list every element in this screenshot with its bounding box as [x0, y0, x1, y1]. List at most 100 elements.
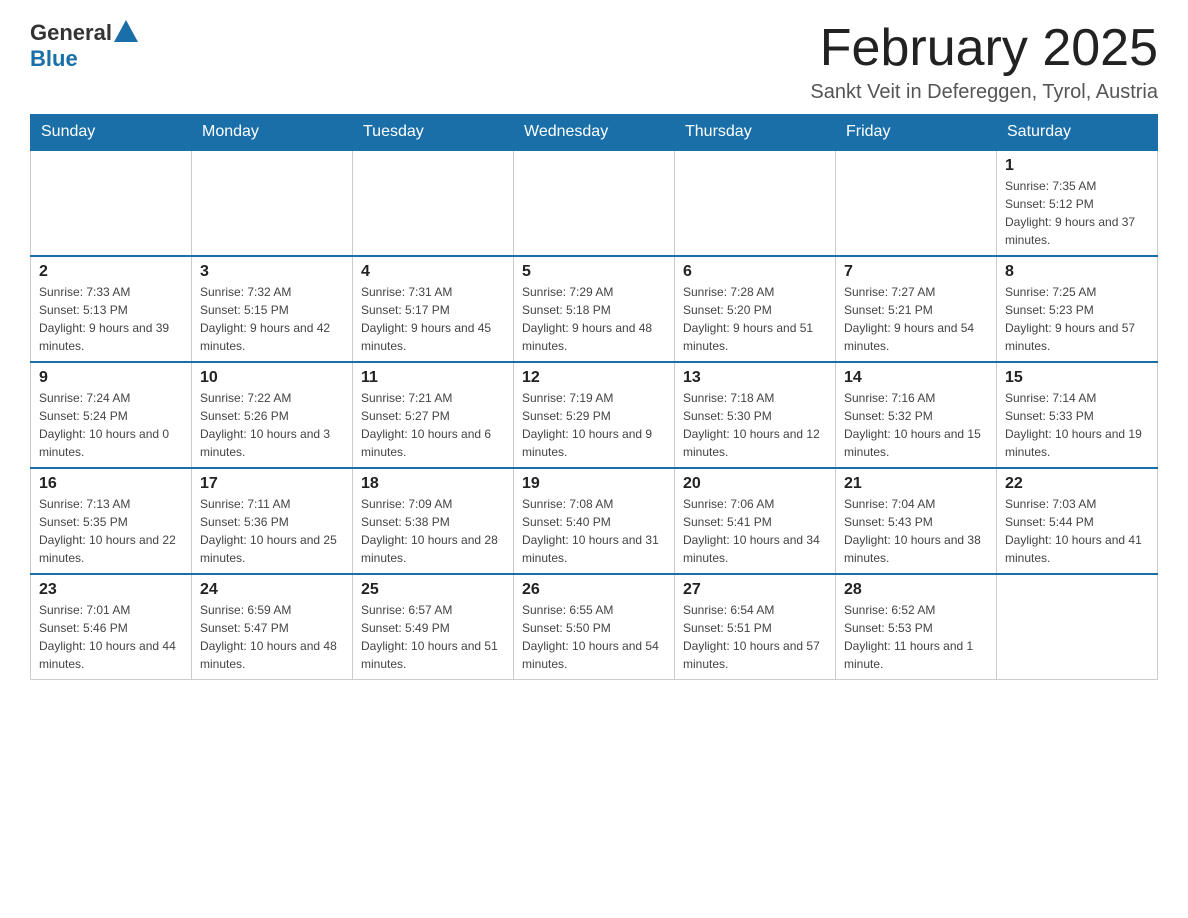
day-header-wednesday: Wednesday: [514, 115, 675, 151]
calendar-cell: 7Sunrise: 7:27 AMSunset: 5:21 PMDaylight…: [836, 256, 997, 362]
day-header-sunday: Sunday: [31, 115, 192, 151]
calendar-cell: 8 Sunrise: 7:25 AMSunset: 5:23 PMDaylight…: [997, 256, 1158, 362]
day-number: 23: [39, 581, 183, 599]
calendar-cell: [675, 150, 836, 256]
day-info: Sunrise: 6:54 AMSunset: 5:51 PMDaylight:…: [683, 601, 827, 673]
day-info: Sunrise: 7:28 AMSunset: 5:20 PMDaylight:…: [683, 283, 827, 355]
calendar-cell: 5 Sunrise: 7:29 AMSunset: 5:18 PMDaylight…: [514, 256, 675, 362]
calendar-cell: 10 Sunrise: 7:22 AMSunset: 5:26 PMDayligh…: [192, 362, 353, 468]
calendar-cell: [31, 150, 192, 256]
day-info: Sunrise: 7:11 AMSunset: 5:36 PMDaylight:…: [200, 495, 344, 567]
day-info: Sunrise: 7:09 AMSunset: 5:38 PMDaylight:…: [361, 495, 505, 567]
calendar-cell: 11 Sunrise: 7:21 AMSunset: 5:27 PMDayligh…: [353, 362, 514, 468]
day-info: Sunrise: 7:32 AMSunset: 5:15 PMDaylight:…: [200, 283, 344, 355]
day-info: Sunrise: 6:57 AMSunset: 5:49 PMDaylight:…: [361, 601, 505, 673]
day-number: 3: [200, 263, 344, 281]
day-number: 27: [683, 581, 827, 599]
calendar-cell: [192, 150, 353, 256]
day-info: Sunrise: 7:27 AMSunset: 5:21 PMDaylight:…: [844, 283, 988, 355]
logo-text-general: General: [30, 20, 112, 46]
day-number: 24: [200, 581, 344, 599]
day-number: 11: [361, 369, 505, 387]
day-info: Sunrise: 7:16 AMSunset: 5:32 PMDaylight:…: [844, 389, 988, 461]
calendar-cell: 12 Sunrise: 7:19 AMSunset: 5:29 PMDayligh…: [514, 362, 675, 468]
day-number: 26: [522, 581, 666, 599]
calendar-cell: 9 Sunrise: 7:24 AMSunset: 5:24 PMDaylight…: [31, 362, 192, 468]
day-header-tuesday: Tuesday: [353, 115, 514, 151]
day-header-thursday: Thursday: [675, 115, 836, 151]
day-info: Sunrise: 7:35 AMSunset: 5:12 PMDaylight:…: [1005, 177, 1149, 249]
day-number: 21: [844, 475, 988, 493]
day-info: Sunrise: 7:24 AMSunset: 5:24 PMDaylight:…: [39, 389, 183, 461]
day-number: 15: [1005, 369, 1149, 387]
week-row-5: 23Sunrise: 7:01 AMSunset: 5:46 PMDayligh…: [31, 574, 1158, 680]
day-info: Sunrise: 7:13 AMSunset: 5:35 PMDaylight:…: [39, 495, 183, 567]
calendar-cell: 25 Sunrise: 6:57 AMSunset: 5:49 PMDayligh…: [353, 574, 514, 680]
day-info: Sunrise: 7:06 AMSunset: 5:41 PMDaylight:…: [683, 495, 827, 567]
week-row-1: 1 Sunrise: 7:35 AMSunset: 5:12 PMDaylight…: [31, 150, 1158, 256]
day-number: 17: [200, 475, 344, 493]
day-info: Sunrise: 7:04 AMSunset: 5:43 PMDaylight:…: [844, 495, 988, 567]
day-info: Sunrise: 6:55 AMSunset: 5:50 PMDaylight:…: [522, 601, 666, 673]
calendar-cell: 6 Sunrise: 7:28 AMSunset: 5:20 PMDaylight…: [675, 256, 836, 362]
day-info: Sunrise: 7:21 AMSunset: 5:27 PMDaylight:…: [361, 389, 505, 461]
day-number: 12: [522, 369, 666, 387]
calendar-cell: 16 Sunrise: 7:13 AMSunset: 5:35 PMDayligh…: [31, 468, 192, 574]
calendar-cell: 14 Sunrise: 7:16 AMSunset: 5:32 PMDayligh…: [836, 362, 997, 468]
calendar-subtitle: Sankt Veit in Defereggen, Tyrol, Austria: [810, 81, 1158, 104]
day-header-friday: Friday: [836, 115, 997, 151]
day-info: Sunrise: 7:29 AMSunset: 5:18 PMDaylight:…: [522, 283, 666, 355]
day-number: 28: [844, 581, 988, 599]
day-number: 22: [1005, 475, 1149, 493]
day-info: Sunrise: 7:22 AMSunset: 5:26 PMDaylight:…: [200, 389, 344, 461]
day-number: 5: [522, 263, 666, 281]
day-info: Sunrise: 7:33 AMSunset: 5:13 PMDaylight:…: [39, 283, 183, 355]
logo: General Blue: [30, 20, 138, 72]
day-header-monday: Monday: [192, 115, 353, 151]
week-row-3: 9 Sunrise: 7:24 AMSunset: 5:24 PMDaylight…: [31, 362, 1158, 468]
day-info: Sunrise: 7:08 AMSunset: 5:40 PMDaylight:…: [522, 495, 666, 567]
calendar-cell: [514, 150, 675, 256]
calendar-cell: 1 Sunrise: 7:35 AMSunset: 5:12 PMDaylight…: [997, 150, 1158, 256]
calendar-cell: [836, 150, 997, 256]
calendar-cell: [997, 574, 1158, 680]
calendar-cell: 21 Sunrise: 7:04 AMSunset: 5:43 PMDayligh…: [836, 468, 997, 574]
calendar-title: February 2025: [810, 20, 1158, 77]
day-number: 10: [200, 369, 344, 387]
calendar-table: SundayMondayTuesdayWednesdayThursdayFrid…: [30, 114, 1158, 680]
header: General Blue February 2025 Sankt Veit in…: [30, 20, 1158, 104]
day-number: 8: [1005, 263, 1149, 281]
calendar-cell: [353, 150, 514, 256]
day-info: Sunrise: 6:52 AMSunset: 5:53 PMDaylight:…: [844, 601, 988, 673]
day-info: Sunrise: 7:03 AMSunset: 5:44 PMDaylight:…: [1005, 495, 1149, 567]
calendar-cell: 23Sunrise: 7:01 AMSunset: 5:46 PMDayligh…: [31, 574, 192, 680]
day-number: 9: [39, 369, 183, 387]
calendar-cell: 4Sunrise: 7:31 AMSunset: 5:17 PMDaylight…: [353, 256, 514, 362]
calendar-cell: 19 Sunrise: 7:08 AMSunset: 5:40 PMDayligh…: [514, 468, 675, 574]
logo-text-blue: Blue: [30, 46, 138, 72]
day-number: 1: [1005, 157, 1149, 175]
day-headers-row: SundayMondayTuesdayWednesdayThursdayFrid…: [31, 115, 1158, 151]
day-number: 14: [844, 369, 988, 387]
week-row-4: 16 Sunrise: 7:13 AMSunset: 5:35 PMDayligh…: [31, 468, 1158, 574]
day-number: 19: [522, 475, 666, 493]
calendar-cell: 3 Sunrise: 7:32 AMSunset: 5:15 PMDaylight…: [192, 256, 353, 362]
day-number: 16: [39, 475, 183, 493]
calendar-cell: 13Sunrise: 7:18 AMSunset: 5:30 PMDayligh…: [675, 362, 836, 468]
calendar-cell: 18 Sunrise: 7:09 AMSunset: 5:38 PMDayligh…: [353, 468, 514, 574]
day-number: 2: [39, 263, 183, 281]
day-info: Sunrise: 7:25 AMSunset: 5:23 PMDaylight:…: [1005, 283, 1149, 355]
day-number: 6: [683, 263, 827, 281]
day-info: Sunrise: 7:19 AMSunset: 5:29 PMDaylight:…: [522, 389, 666, 461]
calendar-cell: 26 Sunrise: 6:55 AMSunset: 5:50 PMDayligh…: [514, 574, 675, 680]
calendar-cell: 28 Sunrise: 6:52 AMSunset: 5:53 PMDayligh…: [836, 574, 997, 680]
calendar-cell: 20 Sunrise: 7:06 AMSunset: 5:41 PMDayligh…: [675, 468, 836, 574]
day-info: Sunrise: 7:31 AMSunset: 5:17 PMDaylight:…: [361, 283, 505, 355]
calendar-cell: 22 Sunrise: 7:03 AMSunset: 5:44 PMDayligh…: [997, 468, 1158, 574]
day-number: 13: [683, 369, 827, 387]
day-number: 20: [683, 475, 827, 493]
day-number: 25: [361, 581, 505, 599]
title-area: February 2025 Sankt Veit in Defereggen, …: [810, 20, 1158, 104]
calendar-cell: 17 Sunrise: 7:11 AMSunset: 5:36 PMDayligh…: [192, 468, 353, 574]
day-number: 18: [361, 475, 505, 493]
